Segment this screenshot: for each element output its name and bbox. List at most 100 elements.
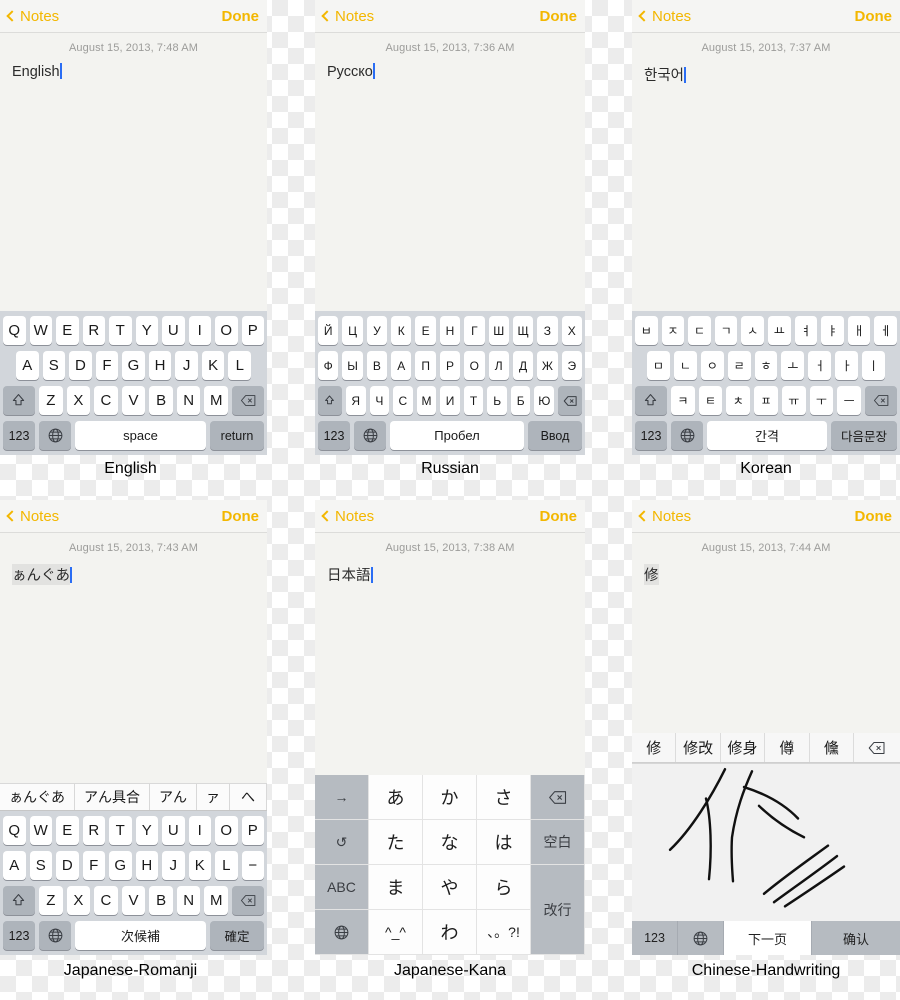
- note-body[interactable]: August 15, 2013, 7:48 AM English: [0, 33, 267, 311]
- candidate-item[interactable]: ぁんぐあ: [0, 784, 75, 810]
- key-jp-n[interactable]: N: [176, 886, 201, 915]
- key-ru-3[interactable]: У: [366, 316, 388, 345]
- shift-icon[interactable]: [317, 386, 342, 415]
- shift-icon[interactable]: [2, 386, 35, 415]
- key-ru-7[interactable]: Г: [464, 316, 485, 345]
- cursor-right-key[interactable]: →: [315, 775, 369, 820]
- done-button[interactable]: Done: [540, 508, 578, 525]
- numeric-key[interactable]: 123: [3, 421, 35, 450]
- key-k[interactable]: K: [201, 351, 225, 380]
- key-j[interactable]: J: [175, 351, 198, 380]
- key-ru-31[interactable]: Ю: [534, 386, 555, 415]
- key-ru-11[interactable]: Х: [561, 316, 582, 345]
- key-ru-29[interactable]: Ь: [487, 386, 507, 415]
- key-jp-o[interactable]: O: [215, 816, 238, 845]
- key-jp-y[interactable]: Y: [135, 816, 158, 845]
- candidate-item[interactable]: ァ: [197, 784, 230, 810]
- undo-key[interactable]: ↺: [315, 820, 369, 865]
- note-body[interactable]: August 15, 2013, 7:38 AM 日本語: [315, 533, 585, 775]
- key-ru-25[interactable]: С: [393, 386, 413, 415]
- kana-key-ma[interactable]: ま: [369, 865, 423, 910]
- key-ko-5[interactable]: ㅅ: [741, 316, 764, 345]
- key-ru-1[interactable]: Й: [318, 316, 339, 345]
- kana-key-na[interactable]: な: [423, 820, 477, 865]
- key-jp-h[interactable]: H: [135, 851, 158, 880]
- key-ko-24[interactable]: ㅠ: [781, 386, 806, 415]
- key-ru-23[interactable]: Я: [345, 386, 366, 415]
- key-ko-8[interactable]: ㅑ: [821, 316, 844, 345]
- delete-icon[interactable]: [558, 386, 583, 415]
- key-r[interactable]: R: [82, 316, 105, 345]
- kana-key-punctuation[interactable]: 、。?!: [477, 910, 531, 955]
- key-ko-9[interactable]: ㅐ: [847, 316, 871, 345]
- key-ru-16[interactable]: П: [415, 351, 436, 380]
- abc-key[interactable]: ABC: [315, 865, 369, 910]
- shift-icon[interactable]: [2, 886, 35, 915]
- key-ru-21[interactable]: Ж: [537, 351, 558, 380]
- key-c[interactable]: C: [94, 386, 118, 415]
- return-key[interactable]: 다음문장: [831, 421, 897, 450]
- key-ko-18[interactable]: ㅏ: [835, 351, 859, 380]
- key-ru-10[interactable]: З: [537, 316, 558, 345]
- next-page-key[interactable]: 下一页: [724, 921, 812, 955]
- space-key[interactable]: space: [75, 421, 206, 450]
- key-h[interactable]: H: [148, 351, 172, 380]
- key-ko-3[interactable]: ㄷ: [688, 316, 711, 345]
- space-key[interactable]: 간격: [707, 421, 827, 450]
- kana-key-wa[interactable]: わ: [423, 910, 477, 955]
- key-v[interactable]: V: [121, 386, 146, 415]
- key-ru-4[interactable]: К: [391, 316, 412, 345]
- delete-icon[interactable]: [854, 733, 900, 762]
- key-jp-l[interactable]: L: [215, 851, 238, 880]
- delete-icon[interactable]: [865, 386, 898, 415]
- key-ko-19[interactable]: ㅣ: [862, 351, 886, 380]
- globe-icon[interactable]: [671, 421, 703, 450]
- key-l[interactable]: L: [228, 351, 252, 380]
- key-jp-m[interactable]: M: [204, 886, 229, 915]
- key-ko-16[interactable]: ㅗ: [781, 351, 805, 380]
- key-ru-12[interactable]: Ф: [318, 351, 339, 380]
- note-body[interactable]: August 15, 2013, 7:43 AM ぁんぐあ: [0, 533, 267, 783]
- key-s[interactable]: S: [42, 351, 66, 380]
- back-button[interactable]: Notes: [6, 508, 59, 525]
- space-key[interactable]: 次候補: [75, 921, 206, 950]
- key-ko-22[interactable]: ㅊ: [726, 386, 751, 415]
- key-ko-13[interactable]: ㅇ: [700, 351, 724, 380]
- key-ru-9[interactable]: Щ: [512, 316, 534, 345]
- space-key[interactable]: Пробел: [390, 421, 524, 450]
- key-jp-u[interactable]: U: [162, 816, 185, 845]
- key-jp-j[interactable]: J: [162, 851, 185, 880]
- key-jp-f[interactable]: F: [82, 851, 105, 880]
- kana-key-ra[interactable]: ら: [477, 865, 531, 910]
- key-ru-24[interactable]: Ч: [369, 386, 390, 415]
- key-ko-20[interactable]: ㅋ: [670, 386, 695, 415]
- kana-key-ta[interactable]: た: [369, 820, 423, 865]
- key-d[interactable]: D: [69, 351, 92, 380]
- return-key[interactable]: Ввод: [528, 421, 582, 450]
- kana-key-a[interactable]: あ: [369, 775, 423, 820]
- key-ko-2[interactable]: ㅈ: [661, 316, 685, 345]
- key-g[interactable]: G: [122, 351, 145, 380]
- key-ko-6[interactable]: ㅛ: [768, 316, 791, 345]
- globe-icon[interactable]: [354, 421, 386, 450]
- delete-icon[interactable]: [531, 775, 585, 820]
- back-button[interactable]: Notes: [321, 8, 374, 25]
- key-ko-15[interactable]: ㅎ: [754, 351, 778, 380]
- key-i[interactable]: I: [188, 316, 211, 345]
- kana-key-ya[interactable]: や: [423, 865, 477, 910]
- key-ru-15[interactable]: А: [391, 351, 412, 380]
- numeric-key[interactable]: 123: [318, 421, 350, 450]
- key-b[interactable]: B: [149, 386, 173, 415]
- key-w[interactable]: W: [29, 316, 52, 345]
- delete-icon[interactable]: [232, 386, 265, 415]
- key-ko-25[interactable]: ㅜ: [809, 386, 834, 415]
- return-key[interactable]: return: [210, 421, 264, 450]
- numeric-key[interactable]: 123: [635, 421, 667, 450]
- globe-icon[interactable]: [39, 421, 71, 450]
- done-button[interactable]: Done: [222, 508, 260, 525]
- key-a[interactable]: A: [15, 351, 39, 380]
- return-key[interactable]: 改行: [531, 865, 585, 955]
- globe-icon[interactable]: [678, 921, 724, 955]
- key-u[interactable]: U: [162, 316, 185, 345]
- key-jp-v[interactable]: V: [121, 886, 146, 915]
